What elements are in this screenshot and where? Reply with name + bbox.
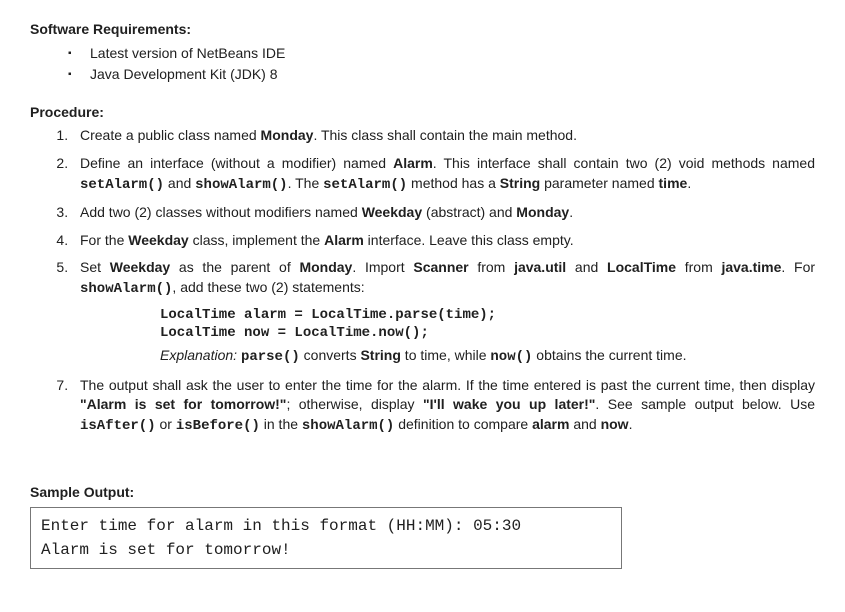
class-name: Monday — [261, 127, 314, 143]
procedure-list: Create a public class named Monday. This… — [42, 126, 815, 436]
method-name: showAlarm() — [80, 281, 172, 297]
method-name: isAfter() — [80, 418, 156, 434]
method-name: parse() — [241, 349, 300, 365]
var-name: now — [601, 416, 629, 432]
method-name: showAlarm() — [195, 177, 287, 193]
interface-name: Alarm — [324, 232, 364, 248]
method-name: isBefore() — [176, 418, 260, 434]
class-name: Weekday — [128, 232, 188, 248]
class-name: Weekday — [110, 259, 170, 275]
method-name: now() — [490, 349, 532, 365]
sample-line: Enter time for alarm in this format (HH:… — [41, 514, 611, 538]
class-name: Monday — [299, 259, 352, 275]
interface-name: Alarm — [393, 155, 433, 171]
code-block: LocalTime alarm = LocalTime.parse(time);… — [160, 306, 815, 342]
param-name: time — [659, 175, 688, 191]
class-name: Monday — [516, 204, 569, 220]
software-requirements-heading: Software Requirements: — [30, 20, 815, 40]
procedure-step-7: The output shall ask the user to enter t… — [72, 376, 815, 437]
type-name: String — [500, 175, 540, 191]
method-name: setAlarm() — [323, 177, 407, 193]
class-name: LocalTime — [607, 259, 676, 275]
package-name: java.time — [721, 259, 781, 275]
procedure-step-5: Set Weekday as the parent of Monday. Imp… — [72, 258, 815, 367]
procedure-step-4: For the Weekday class, implement the Ala… — [72, 231, 815, 251]
method-name: setAlarm() — [80, 177, 164, 193]
sample-line: Alarm is set for tomorrow! — [41, 538, 611, 562]
list-item: Latest version of NetBeans IDE — [60, 44, 815, 64]
method-name: showAlarm() — [302, 418, 394, 434]
class-name: Weekday — [362, 204, 422, 220]
software-requirements-list: Latest version of NetBeans IDE Java Deve… — [60, 44, 815, 85]
procedure-step-3: Add two (2) classes without modifiers na… — [72, 203, 815, 223]
output-string: "Alarm is set for tomorrow!" — [80, 396, 286, 412]
type-name: String — [360, 347, 400, 363]
code-explanation: Explanation: parse() converts String to … — [160, 346, 815, 368]
sample-output-heading: Sample Output: — [30, 483, 815, 503]
list-item: Java Development Kit (JDK) 8 — [60, 65, 815, 85]
procedure-step-1: Create a public class named Monday. This… — [72, 126, 815, 146]
class-name: Scanner — [413, 259, 468, 275]
procedure-step-2: Define an interface (without a modifier)… — [72, 154, 815, 195]
package-name: java.util — [514, 259, 566, 275]
var-name: alarm — [532, 416, 569, 432]
output-string: "I'll wake you up later!" — [423, 396, 595, 412]
procedure-heading: Procedure: — [30, 103, 815, 123]
sample-output-box: Enter time for alarm in this format (HH:… — [30, 507, 622, 569]
